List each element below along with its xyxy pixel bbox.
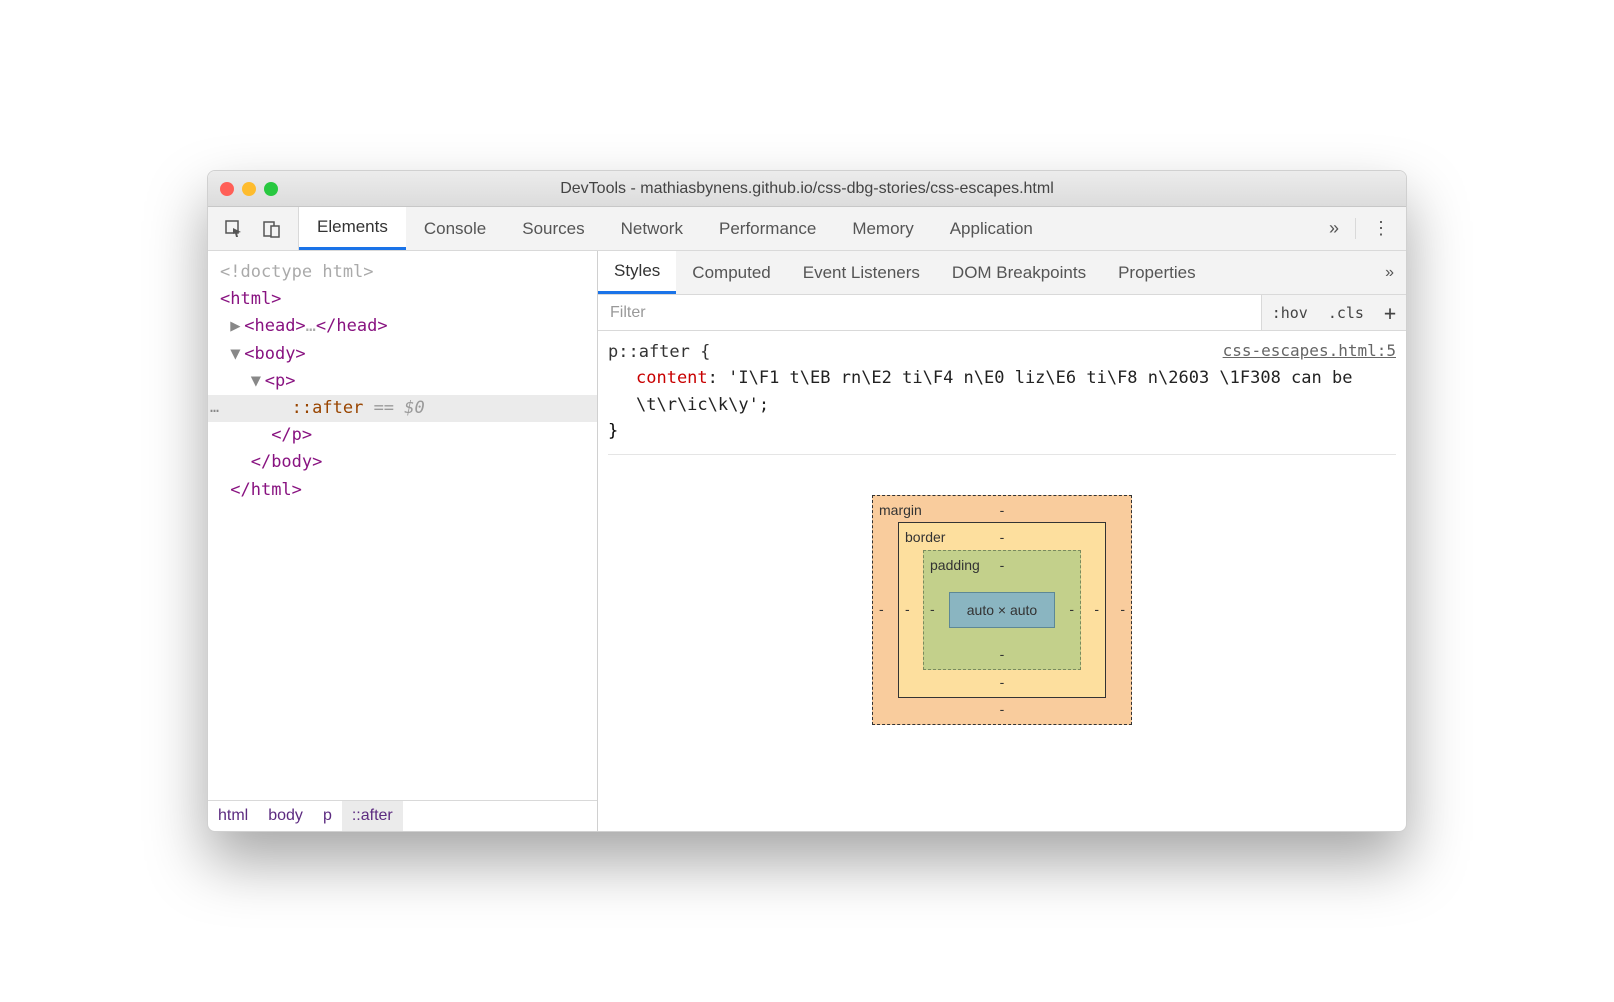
subtab-properties[interactable]: Properties [1102, 251, 1211, 294]
dom-doctype[interactable]: <!doctype html> [208, 259, 597, 286]
minimize-icon[interactable] [242, 182, 256, 196]
main-toolbar: Elements Console Sources Network Perform… [208, 207, 1406, 251]
dom-body-open[interactable]: ▼<body> [208, 341, 597, 368]
window-title: DevTools - mathiasbynens.github.io/css-d… [208, 180, 1406, 198]
border-top[interactable]: - [1000, 527, 1005, 549]
padding-right[interactable]: - [1069, 600, 1074, 622]
box-model: margin - - - - border - - - - [608, 454, 1396, 785]
dom-head[interactable]: ▶<head>…</head> [208, 313, 597, 340]
close-icon[interactable] [220, 182, 234, 196]
rule-property[interactable]: content: 'I\F1 t\EB rn\E2 ti\F4 n\E0 liz… [608, 365, 1396, 418]
box-margin[interactable]: margin - - - - border - - - - [872, 495, 1132, 725]
padding-bottom[interactable]: - [1000, 644, 1005, 666]
styles-body[interactable]: p::after { css-escapes.html:5 content: '… [598, 331, 1406, 831]
margin-left[interactable]: - [879, 600, 884, 622]
rule-selector[interactable]: p::after { [608, 339, 710, 365]
tab-application[interactable]: Application [932, 207, 1051, 250]
subtab-styles[interactable]: Styles [598, 251, 676, 294]
margin-bottom[interactable]: - [1000, 699, 1005, 721]
filter-row: :hov .cls + [598, 295, 1406, 331]
more-tabs-icon[interactable]: » [1329, 218, 1339, 239]
rule-close: } [608, 418, 1396, 444]
tab-elements[interactable]: Elements [299, 207, 406, 250]
zoom-icon[interactable] [264, 182, 278, 196]
dom-html-close[interactable]: </html> [208, 477, 597, 504]
cls-toggle[interactable]: .cls [1318, 295, 1374, 330]
tab-memory[interactable]: Memory [834, 207, 931, 250]
border-right[interactable]: - [1094, 600, 1099, 622]
crumb-body[interactable]: body [258, 801, 313, 831]
toolbar-left [208, 207, 299, 250]
border-left[interactable]: - [905, 600, 910, 622]
main-tabs: Elements Console Sources Network Perform… [299, 207, 1313, 250]
crumb-after[interactable]: ::after [342, 801, 403, 831]
padding-top[interactable]: - [1000, 555, 1005, 577]
content: <!doctype html> <html> ▶<head>…</head> ▼… [208, 251, 1406, 831]
dom-pseudo-after[interactable]: ::after == $0 [208, 395, 597, 422]
dom-tree[interactable]: <!doctype html> <html> ▶<head>…</head> ▼… [208, 251, 597, 800]
menu-icon[interactable]: ⋮ [1355, 218, 1390, 239]
dom-html-open[interactable]: <html> [208, 286, 597, 313]
devtools-window: DevTools - mathiasbynens.github.io/css-d… [207, 170, 1407, 832]
filter-input[interactable] [598, 295, 1261, 330]
subtab-dom-breakpoints[interactable]: DOM Breakpoints [936, 251, 1102, 294]
rule-source-link[interactable]: css-escapes.html:5 [1223, 339, 1396, 365]
filter-tools: :hov .cls + [1261, 295, 1406, 330]
tab-performance[interactable]: Performance [701, 207, 834, 250]
dom-p-open[interactable]: ▼<p> [208, 368, 597, 395]
titlebar: DevTools - mathiasbynens.github.io/css-d… [208, 171, 1406, 207]
dom-p-close[interactable]: </p> [208, 422, 597, 449]
border-bottom[interactable]: - [1000, 672, 1005, 694]
sub-tabs: Styles Computed Event Listeners DOM Brea… [598, 251, 1406, 295]
subtab-computed[interactable]: Computed [676, 251, 786, 294]
inspect-icon[interactable] [224, 219, 244, 239]
rule-header: p::after { css-escapes.html:5 [608, 339, 1396, 365]
margin-top[interactable]: - [1000, 500, 1005, 522]
hov-toggle[interactable]: :hov [1262, 295, 1318, 330]
crumb-html[interactable]: html [208, 801, 258, 831]
margin-label: margin [879, 500, 922, 522]
toolbar-right: » ⋮ [1313, 218, 1406, 239]
border-label: border [905, 527, 945, 549]
styles-pane: Styles Computed Event Listeners DOM Brea… [598, 251, 1406, 831]
crumb-p[interactable]: p [313, 801, 342, 831]
content-size: auto × auto [967, 600, 1037, 622]
box-content[interactable]: auto × auto [949, 592, 1055, 628]
padding-left[interactable]: - [930, 600, 935, 622]
tab-sources[interactable]: Sources [504, 207, 602, 250]
new-rule-button[interactable]: + [1374, 295, 1406, 330]
box-padding[interactable]: padding - - - - auto × auto [923, 550, 1081, 670]
tab-network[interactable]: Network [603, 207, 701, 250]
padding-label: padding [930, 555, 980, 577]
traffic-lights [220, 182, 278, 196]
box-border[interactable]: border - - - - padding - - - [898, 522, 1106, 698]
device-icon[interactable] [262, 219, 282, 239]
dom-body-close[interactable]: </body> [208, 449, 597, 476]
elements-pane: <!doctype html> <html> ▶<head>…</head> ▼… [208, 251, 598, 831]
margin-right[interactable]: - [1120, 600, 1125, 622]
subtab-more[interactable]: » [1385, 264, 1406, 282]
tab-console[interactable]: Console [406, 207, 504, 250]
subtab-event-listeners[interactable]: Event Listeners [787, 251, 936, 294]
breadcrumb: html body p ::after [208, 800, 597, 831]
